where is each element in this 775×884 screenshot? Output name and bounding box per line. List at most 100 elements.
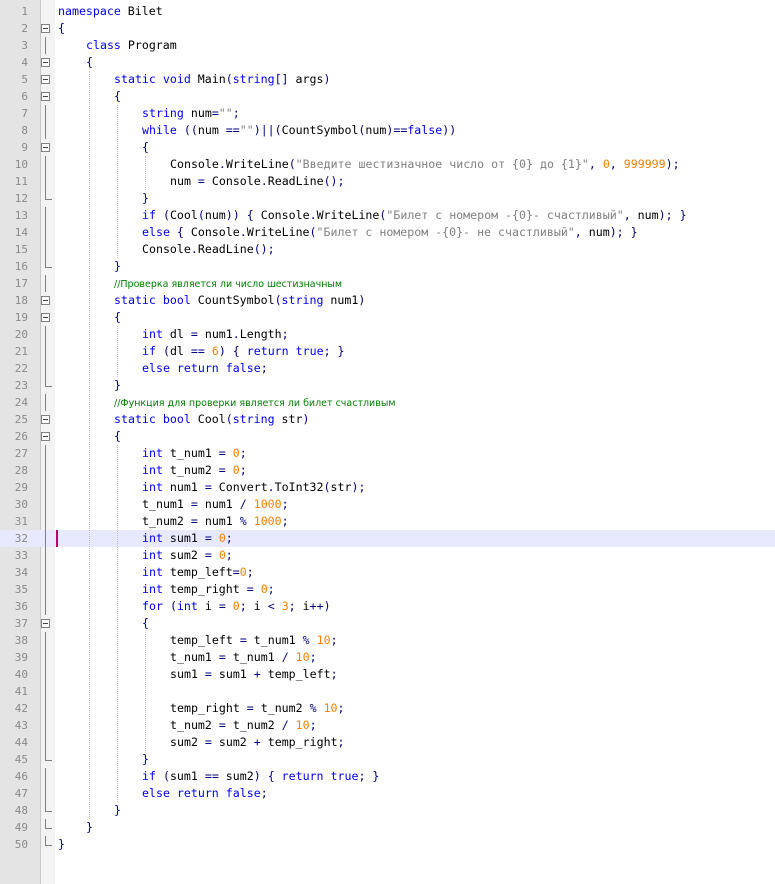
code-text: static void Main(string[] args): [114, 71, 330, 88]
code-token: num1: [323, 293, 359, 307]
fold-line: [45, 207, 46, 224]
operator-token: }: [630, 225, 638, 239]
fold-toggle-icon[interactable]: [41, 75, 50, 84]
code-line[interactable]: 4{: [0, 54, 775, 71]
operator-token: ;: [225, 531, 233, 545]
operator-token: ): [302, 412, 310, 426]
line-number: 48: [14, 804, 28, 817]
code-token: num1: [197, 497, 240, 511]
number-token: 0: [218, 548, 226, 562]
code-line[interactable]: 23}: [0, 377, 775, 394]
line-number: 32: [14, 532, 28, 545]
code-text: temp_left = t_num1 % 10;: [170, 632, 338, 649]
line-number: 25: [14, 413, 28, 426]
fold-toggle-icon[interactable]: [41, 415, 50, 424]
fold-toggle-icon[interactable]: [41, 432, 50, 441]
current-line-marker: [56, 530, 58, 547]
fold-end-marker: [45, 751, 52, 761]
fold-end-marker: [45, 802, 52, 812]
line-number: 47: [14, 787, 28, 800]
operator-token: )): [442, 123, 457, 137]
code-token: temp_left: [162, 565, 233, 579]
code-line[interactable]: 49}: [0, 819, 775, 836]
code-line[interactable]: 50}: [0, 836, 775, 853]
operator-token: ;: [225, 548, 233, 562]
line-number: 44: [14, 736, 28, 749]
code-token: t_num1: [162, 446, 219, 460]
code-text: namespace Bilet: [58, 3, 163, 20]
code-line[interactable]: 2{: [0, 20, 775, 37]
fold-toggle-icon[interactable]: [41, 619, 50, 628]
operator-token: ();: [323, 174, 345, 188]
code-text: {: [114, 428, 121, 445]
code-token: t_num1: [170, 650, 219, 664]
line-number: 22: [14, 362, 28, 375]
keyword-token: bool: [162, 412, 191, 426]
operator-token: }: [114, 803, 121, 817]
code-text: int num1 = Convert.ToInt32(str);: [142, 479, 365, 496]
fold-line: [45, 496, 46, 513]
operator-token: =: [218, 650, 226, 664]
code-line[interactable]: 26 {: [0, 428, 775, 445]
line-number: 49: [14, 821, 28, 834]
operator-token: ): [218, 344, 226, 358]
operator-token: }: [337, 344, 345, 358]
keyword-token: int: [142, 327, 163, 341]
keyword-token: false: [407, 123, 443, 137]
code-token: Convert: [211, 480, 268, 494]
code-text: else return false;: [142, 785, 268, 802]
number-token: 10: [316, 633, 331, 647]
fold-toggle-icon[interactable]: [41, 296, 50, 305]
code-token: num: [630, 208, 659, 222]
number-token: 0: [232, 446, 240, 460]
code-line[interactable]: 17 //Проверка является ли число шестизнач…: [0, 275, 775, 292]
code-line[interactable]: 1 namespace Bilet: [0, 3, 775, 20]
code-line[interactable]: 19 {: [0, 309, 775, 326]
code-token: temp_right: [260, 735, 338, 749]
fold-toggle-icon[interactable]: [41, 24, 50, 33]
operator-token: );: [609, 225, 624, 239]
code-editor[interactable]: 1 namespace Bilet 2{3 class Program 4{5 stati…: [0, 0, 775, 884]
fold-line: [45, 683, 46, 700]
keyword-token: while: [142, 123, 177, 137]
code-token: WriteLine: [246, 225, 310, 239]
code-line[interactable]: 18 static bool CountSymbol(string num1): [0, 292, 775, 309]
code-line[interactable]: 25 static bool Cool(string str): [0, 411, 775, 428]
code-line[interactable]: 3 class Program: [0, 37, 775, 54]
line-number: 30: [14, 498, 28, 511]
code-text: int sum2 = 0;: [142, 547, 233, 564]
number-token: 10: [323, 701, 338, 715]
fold-end-marker: [45, 258, 52, 268]
code-line[interactable]: 6{: [0, 88, 775, 105]
operator-token: {: [114, 429, 121, 443]
number-token: 6: [211, 344, 219, 358]
fold-toggle-icon[interactable]: [41, 313, 50, 322]
code-token: dl: [169, 344, 191, 358]
code-text: t_num2 = t_num2 / 10;: [170, 717, 317, 734]
code-line[interactable]: 16}: [0, 258, 775, 275]
line-number: 17: [14, 277, 28, 290]
keyword-token: false: [225, 786, 261, 800]
fold-toggle-icon[interactable]: [41, 58, 50, 67]
operator-token: (: [162, 208, 170, 222]
fold-toggle-icon[interactable]: [41, 92, 50, 101]
fold-line: [45, 105, 46, 122]
code-line[interactable]: 48}: [0, 802, 775, 819]
operator-token: []: [274, 72, 289, 86]
operator-token: ;: [232, 106, 240, 120]
indent-guide: [89, 71, 90, 819]
code-token: num1: [197, 327, 233, 341]
code-line[interactable]: 24 //Функция для проверки является ли бил…: [0, 394, 775, 411]
operator-token: /: [281, 718, 289, 732]
code-token: sum2: [162, 548, 205, 562]
code-area[interactable]: 1 namespace Bilet 2{3 class Program 4{5 stati…: [0, 3, 775, 853]
fold-toggle-icon[interactable]: [41, 143, 50, 152]
fold-line: [45, 581, 46, 598]
line-number: 23: [14, 379, 28, 392]
line-number: 16: [14, 260, 28, 273]
code-line[interactable]: 5 static void Main(string[] args): [0, 71, 775, 88]
